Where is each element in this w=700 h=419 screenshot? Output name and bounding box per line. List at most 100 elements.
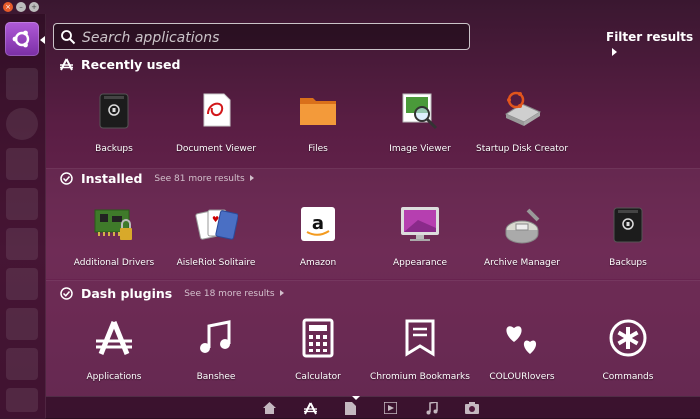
launcher-item-settings[interactable] [6, 348, 38, 380]
app-tile-label: Backups [95, 144, 133, 154]
document-viewer-icon [203, 93, 231, 127]
section-title: Dash plugins [81, 286, 173, 301]
launcher [0, 14, 46, 418]
appearance-icon [401, 207, 439, 241]
archive-icon [505, 208, 540, 244]
backups-icon [99, 93, 129, 129]
plugin-tile-chromium-bookmarks[interactable]: Chromium Bookmarks [370, 316, 470, 382]
svg-text:♥: ♥ [212, 215, 219, 224]
launcher-item-firefox[interactable] [6, 108, 38, 140]
filter-results-button[interactable]: Filter results [606, 30, 700, 58]
plugin-tile-label: Commands [602, 372, 654, 382]
minimize-window-button[interactable]: – [16, 2, 26, 12]
plugin-tile-label: Chromium Bookmarks [370, 372, 470, 382]
search-input[interactable] [80, 26, 464, 49]
lens-applications-button[interactable] [303, 401, 317, 415]
calculator-icon [302, 318, 334, 358]
plugin-tile-applications[interactable]: Applications [64, 316, 164, 382]
plugin-tile-calculator[interactable]: Calculator [268, 316, 368, 382]
lens-bar [46, 396, 700, 419]
app-tile-startup-disk-creator[interactable]: Startup Disk Creator [472, 88, 572, 154]
home-icon [262, 402, 276, 414]
see-more-link[interactable]: See 18 more results [184, 288, 284, 299]
app-tile-files[interactable]: Files [268, 88, 368, 154]
lens-files-button[interactable] [343, 401, 357, 415]
search-icon [61, 30, 76, 45]
app-tile-label: Image Viewer [389, 144, 451, 154]
lens-music-button[interactable] [425, 401, 439, 415]
active-lens-indicator-icon [352, 396, 360, 400]
section-header-dash-plugins[interactable]: Dash plugins See 18 more results [60, 286, 284, 301]
applications-lens-icon [303, 402, 317, 414]
image-viewer-icon [402, 93, 438, 130]
filter-results-label: Filter results [606, 30, 694, 44]
see-more-label: See 18 more results [184, 288, 275, 299]
music-lens-icon [426, 401, 438, 414]
launcher-item-software-center[interactable] [6, 268, 38, 300]
cards-icon: ♥ [195, 209, 238, 240]
lens-video-button[interactable] [383, 401, 397, 415]
svg-text:a: a [312, 213, 324, 234]
plugin-tile-label: COLOURlovers [489, 372, 555, 382]
chevron-right-icon [279, 290, 284, 296]
search-box [53, 23, 470, 50]
app-tile-label: Backups [609, 258, 647, 268]
app-tile-appearance[interactable]: Appearance [370, 202, 470, 268]
see-more-label: See 81 more results [154, 173, 245, 184]
bookmark-icon [405, 319, 435, 357]
plugin-tile-label: Calculator [295, 372, 341, 382]
app-tile-backups[interactable]: Backups [64, 88, 164, 154]
ubuntu-logo-icon [12, 30, 30, 48]
check-circle-icon [60, 172, 73, 185]
lens-home-button[interactable] [262, 401, 276, 415]
launcher-item-impress[interactable] [6, 228, 38, 260]
plugin-tile-colourlovers[interactable]: COLOURlovers [472, 316, 572, 382]
app-tile-label: Appearance [392, 258, 448, 268]
plugin-tile-label: Banshee [196, 372, 236, 382]
section-header-recently-used[interactable]: Recently used [60, 57, 180, 72]
window-controls: × – + [3, 2, 39, 12]
section-header-installed[interactable]: Installed See 81 more results [60, 171, 254, 186]
app-tile-document-viewer[interactable]: Document Viewer [166, 88, 266, 154]
file-icon [344, 401, 356, 415]
launcher-item-files[interactable] [6, 68, 38, 100]
launcher-item-writer[interactable] [6, 148, 38, 180]
app-tile-amazon[interactable]: a Amazon [268, 202, 368, 268]
applications-category-icon [60, 58, 73, 71]
app-tile-archive-manager[interactable]: Archive Manager [472, 202, 572, 268]
maximize-window-button[interactable]: + [29, 2, 39, 12]
lens-photos-button[interactable] [465, 401, 479, 415]
app-tile-label: AisleRiot Solitaire [176, 258, 256, 268]
hearts-icon [506, 326, 537, 354]
launcher-item-calc[interactable] [6, 188, 38, 220]
launcher-item-amazon[interactable] [6, 308, 38, 340]
app-tile-backups-installed[interactable]: Backups [578, 202, 678, 268]
video-icon [383, 402, 397, 414]
startup-disk-icon [504, 91, 542, 126]
app-tile-image-viewer[interactable]: Image Viewer [370, 88, 470, 154]
plugin-tile-banshee[interactable]: Banshee [166, 316, 266, 382]
app-tile-label: Additional Drivers [73, 258, 155, 268]
app-tile-label: Archive Manager [484, 258, 560, 268]
app-tile-label: Startup Disk Creator [475, 144, 569, 154]
music-icon [200, 320, 231, 353]
app-tile-additional-drivers[interactable]: Additional Drivers [64, 202, 164, 268]
chevron-right-icon [612, 47, 617, 56]
plugin-tile-commands[interactable]: Commands [578, 316, 678, 382]
app-tile-aisleriot-solitaire[interactable]: ♥ AisleRiot Solitaire [166, 202, 266, 268]
launcher-item-workspaces[interactable] [6, 388, 38, 412]
asterisk-icon [609, 319, 647, 357]
close-window-button[interactable]: × [3, 2, 13, 12]
check-circle-icon [60, 287, 73, 300]
section-title: Installed [81, 171, 143, 186]
plugin-tile-label: Applications [86, 372, 142, 382]
chevron-right-icon [249, 175, 254, 181]
applications-icon [96, 321, 132, 355]
dash-home-button[interactable] [5, 22, 39, 56]
camera-icon [465, 402, 479, 414]
backups-icon [613, 207, 643, 243]
drivers-icon [94, 209, 132, 240]
section-title: Recently used [81, 57, 181, 72]
amazon-icon: a [301, 207, 335, 241]
see-more-link[interactable]: See 81 more results [154, 173, 254, 184]
